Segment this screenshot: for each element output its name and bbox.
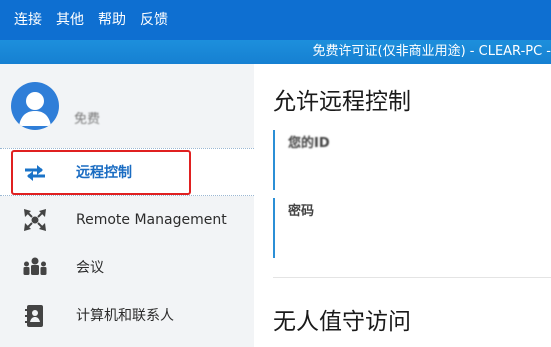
sidebar-item-computers-contacts[interactable]: 计算机和联系人 — [0, 292, 254, 340]
sidebar-item-remote-control[interactable]: 远程控制 — [0, 148, 254, 196]
sidebar-item-meeting[interactable]: 会议 — [0, 244, 254, 292]
menu-connect[interactable]: 连接 — [14, 0, 42, 40]
menu-other[interactable]: 其他 — [56, 0, 84, 40]
sidebar-item-remote-management[interactable]: Remote Management — [0, 196, 254, 244]
field-label: 密码 — [288, 204, 315, 219]
main-panel: 允许远程控制 您的ID 密码 无人值守访问 — [254, 64, 551, 347]
user-name: 免费 — [74, 112, 101, 127]
sidebar-item-label: Remote Management — [76, 212, 227, 228]
your-id-field: 您的ID — [273, 130, 525, 190]
field-label: 您的ID — [288, 136, 330, 151]
license-bar: 免费许可证(仅非商业用途) - CLEAR-PC - — [0, 40, 551, 64]
menu-feedback[interactable]: 反馈 — [140, 0, 168, 40]
menu-help[interactable]: 帮助 — [98, 0, 126, 40]
contacts-book-icon — [22, 304, 48, 328]
expand-arrows-icon — [22, 208, 48, 232]
divider — [273, 277, 551, 278]
menu-bar: 连接 其他 帮助 反馈 — [0, 0, 551, 40]
sidebar: 免费 远程控制 Remote Management 会议 计算机和联系人 — [0, 64, 254, 347]
license-text: 免费许可证(仅非商业用途) - CLEAR-PC - — [312, 44, 551, 59]
section-title: 无人值守访问 — [273, 309, 411, 335]
people-icon — [22, 256, 48, 280]
sidebar-item-label: 会议 — [76, 260, 104, 276]
sidebar-item-label: 远程控制 — [76, 165, 132, 181]
page-title: 允许远程控制 — [273, 89, 411, 115]
password-field: 密码 — [273, 198, 525, 258]
sidebar-item-label: 计算机和联系人 — [76, 308, 174, 324]
arrows-icon — [22, 161, 48, 185]
user-icon[interactable] — [11, 82, 59, 130]
